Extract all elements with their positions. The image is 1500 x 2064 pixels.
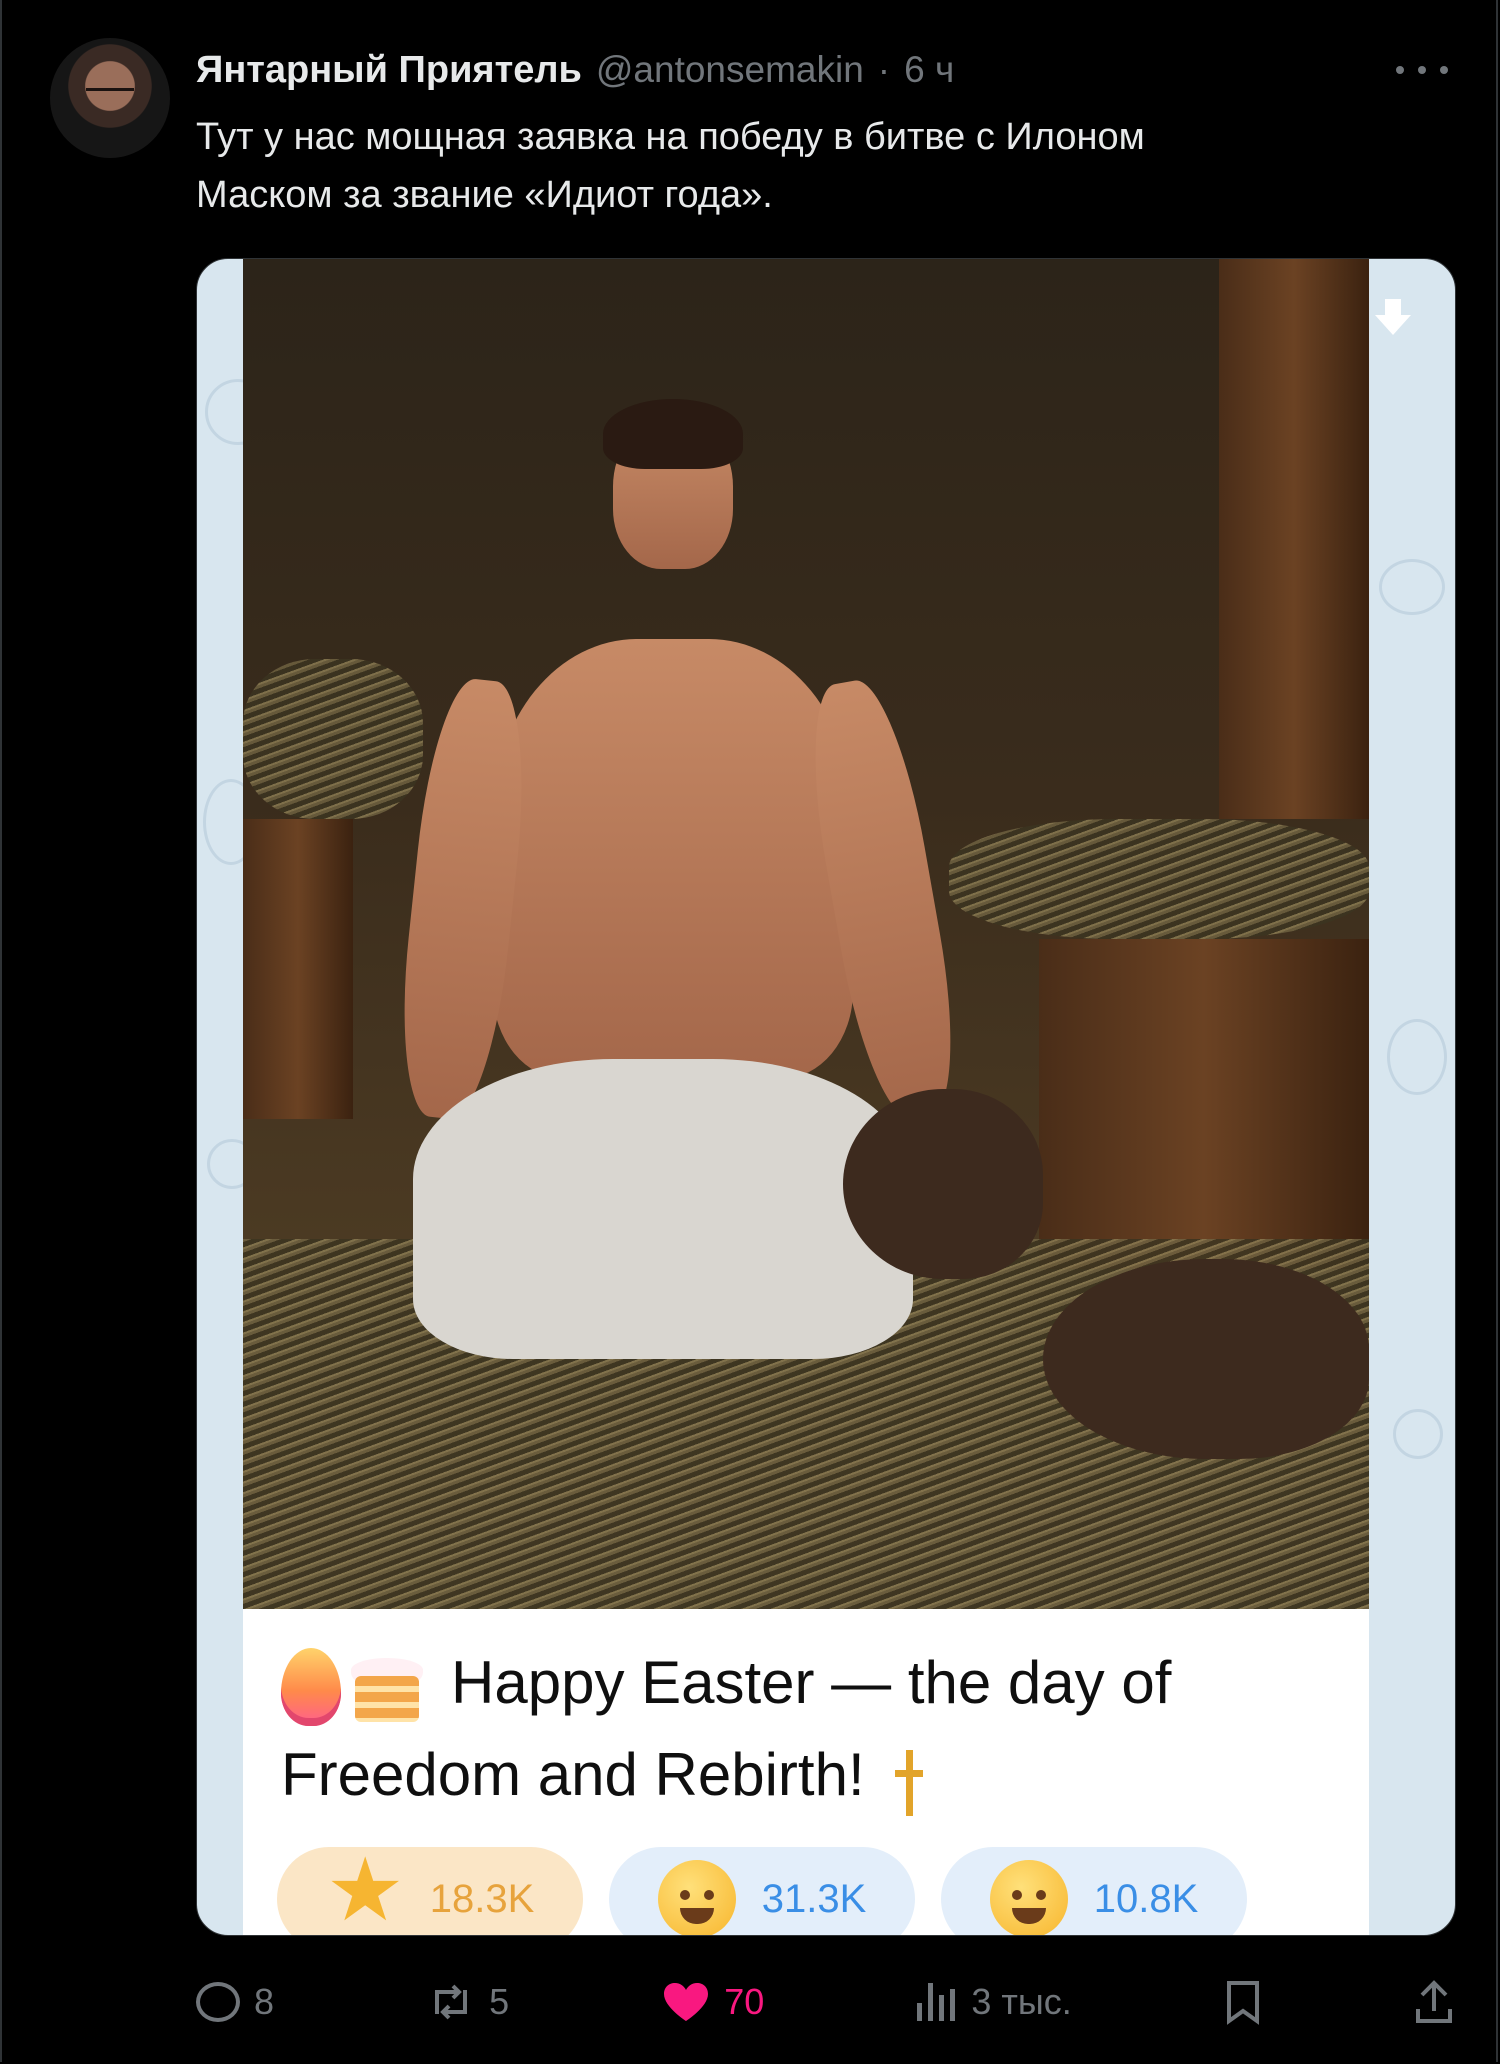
reply-icon <box>196 1982 240 2022</box>
author-name[interactable]: Янтарный Приятель <box>196 49 582 92</box>
star-sparkle-icon <box>326 1846 405 1935</box>
heart-icon <box>662 1981 710 2023</box>
reaction-count: 10.8K <box>1093 1876 1199 1921</box>
reaction-pill[interactable]: 31.3K <box>609 1847 915 1935</box>
caption-line: Freedom and Rebirth! <box>281 1741 865 1808</box>
views-chart-icon <box>917 1983 957 2021</box>
post-caption: Happy Easter — the day of Freedom and Re… <box>281 1637 1341 1821</box>
reaction-pill[interactable]: 10.8K <box>941 1847 1247 1935</box>
like-button[interactable]: 70 <box>662 1981 764 2023</box>
views-count: 3 тыс. <box>971 1981 1072 2022</box>
author-handle[interactable]: @antonsemakin <box>596 49 864 91</box>
reaction-count: 18.3K <box>429 1876 535 1921</box>
repost-count: 5 <box>489 1981 510 2022</box>
separator-dot: · <box>877 49 891 90</box>
cross-icon <box>894 1740 923 1818</box>
reaction-bar: 18.3K 31.3K 10.8K <box>277 1846 1247 1935</box>
tweet-actions-bar: 8 5 70 3 тыс. <box>196 1962 1454 2042</box>
tweet-time[interactable]: 6 ч <box>904 49 954 91</box>
easter-cake-icon <box>351 1652 423 1723</box>
reaction-count: 31.3K <box>761 1876 867 1921</box>
laughing-face-icon <box>989 1860 1068 1935</box>
tweet-header: Янтарный Приятель @antonsemakin · 6 ч <box>196 42 1380 98</box>
tweet-text-line: Маском за звание «Идиот года». <box>196 174 773 216</box>
more-options-icon[interactable] <box>1396 48 1448 92</box>
tweet-media-image[interactable]: Happy Easter — the day of Freedom and Re… <box>196 258 1456 1936</box>
blushing-face-icon <box>657 1860 736 1935</box>
views-button[interactable]: 3 тыс. <box>917 1981 1072 2023</box>
reaction-pill[interactable]: 18.3K <box>277 1846 583 1935</box>
reply-button[interactable]: 8 <box>196 1981 274 2023</box>
easter-egg-icon <box>281 1648 341 1727</box>
like-count: 70 <box>724 1981 765 2022</box>
bookmark-icon <box>1225 1979 1261 2025</box>
telegram-post-card: Happy Easter — the day of Freedom and Re… <box>243 1609 1369 1935</box>
reply-count: 8 <box>254 1981 275 2022</box>
photo <box>243 259 1369 1609</box>
tweet-text-line: Тут у нас мощная заявка на победу в битв… <box>196 116 1145 158</box>
bookmark-button[interactable] <box>1225 1979 1261 2025</box>
repost-icon <box>427 1984 475 2020</box>
repost-button[interactable]: 5 <box>427 1981 509 2023</box>
share-icon <box>1414 1979 1454 2025</box>
author-avatar[interactable] <box>50 38 170 158</box>
tweet-text: Тут у нас мощная заявка на победу в битв… <box>196 108 1346 224</box>
download-arrow-icon[interactable] <box>1371 295 1415 339</box>
share-button[interactable] <box>1414 1979 1454 2025</box>
caption-line: Happy Easter — the day of <box>451 1649 1172 1716</box>
